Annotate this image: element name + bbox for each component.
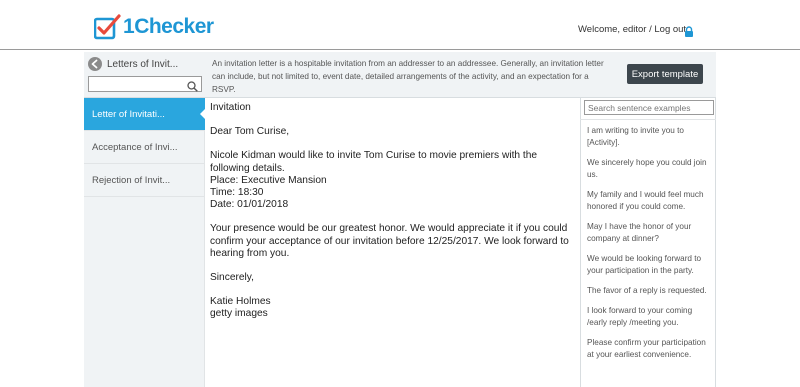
export-template-button[interactable]: Export template: [627, 64, 703, 84]
sentence-example[interactable]: Please confirm your participation at you…: [587, 337, 713, 360]
letter-time: Time: 18:30: [210, 187, 264, 199]
letter-signoff: Sincerely,: [210, 272, 254, 284]
back-arrow-icon[interactable]: [88, 57, 102, 71]
search-icon[interactable]: [187, 79, 198, 92]
checkbox-logo-icon: [93, 14, 122, 40]
sidebar-item-acceptance-of-invitation[interactable]: Acceptance of Invi...: [84, 131, 205, 164]
letter-greeting: Dear Tom Curise,: [210, 126, 290, 138]
letter-place: Place: Executive Mansion: [210, 174, 327, 186]
letter-closing-paragraph: Your presence would be our greatest hono…: [210, 223, 569, 259]
letter-editor[interactable]: Invitation Dear Tom Curise, Nicole Kidma…: [210, 102, 575, 321]
category-title: Letters of Invit...: [107, 59, 179, 70]
sentence-example[interactable]: The favor of a reply is requested.: [587, 285, 713, 297]
logo-text: 1Checker: [123, 15, 214, 38]
sentence-example[interactable]: I look forward to your coming /early rep…: [587, 305, 713, 328]
app-logo[interactable]: 1Checker: [93, 14, 214, 40]
letter-body: Nicole Kidman would like to invite Tom C…: [210, 150, 538, 174]
category-search-input[interactable]: [88, 76, 202, 92]
sentence-example[interactable]: I am writing to invite you to [Activity]…: [587, 125, 713, 148]
lock-icon[interactable]: [684, 24, 694, 37]
panel-divider: [580, 119, 716, 120]
letter-sender-company: getty images: [210, 308, 268, 320]
sentence-example[interactable]: We sincerely hope you could join us.: [587, 157, 713, 180]
active-item-pointer: [200, 107, 207, 121]
sentence-example[interactable]: May I have the honor of your company at …: [587, 221, 713, 244]
sidebar-item-letter-of-invitation[interactable]: Letter of Invitati...: [84, 98, 205, 131]
sidebar-item-rejection-of-invitation[interactable]: Rejection of Invit...: [84, 164, 205, 197]
sentence-search-input[interactable]: [584, 100, 714, 115]
letter-date: Date: 01/01/2018: [210, 199, 289, 211]
sentence-example[interactable]: My family and I would feel much honored …: [587, 189, 713, 212]
letter-title: Invitation: [210, 102, 251, 113]
template-description: An invitation letter is a hospitable inv…: [212, 59, 604, 94]
welcome-logout-link[interactable]: Welcome, editor / Log out: [578, 24, 686, 35]
letter-sender-name: Katie Holmes: [210, 296, 271, 308]
sentence-example[interactable]: We would be looking forward to your part…: [587, 253, 713, 276]
